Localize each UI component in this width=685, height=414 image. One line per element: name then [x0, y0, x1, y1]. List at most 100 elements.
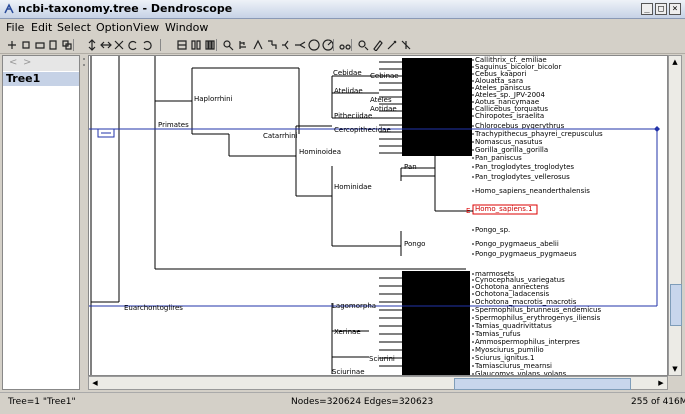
leaf-label[interactable]: Homo_sapiens_neanderthalensis — [475, 187, 590, 195]
leaf-label[interactable]: Tamias_quadrivittatus — [474, 322, 552, 330]
close-button[interactable]: × — [669, 3, 681, 15]
internal-node-label[interactable]: Hominoidea — [299, 148, 341, 156]
internal-node-label[interactable]: Xerinae — [334, 328, 361, 336]
horizontal-scrollbar[interactable]: ◀ ▶ — [88, 376, 668, 390]
leaf-label[interactable]: Tamiasciurus_mearnsi — [474, 362, 552, 370]
vertical-scrollbar[interactable]: ▲ ▼ — [668, 55, 682, 376]
internal-node-label[interactable]: Cebidae — [333, 69, 362, 77]
internal-node-label[interactable]: Hominidae — [334, 183, 372, 191]
leaf-label[interactable]: Trachypithecus_phayrei_crepusculus — [474, 130, 603, 138]
expand-horizontal-icon[interactable] — [100, 39, 112, 51]
internal-node-label[interactable]: Sciurinae — [332, 368, 365, 376]
circular-view-icon[interactable] — [204, 39, 216, 51]
internal-node-label[interactable]: Symphalangus — [405, 143, 457, 151]
internal-node-label[interactable]: Cebinae — [370, 72, 399, 80]
label-tool-icon[interactable] — [386, 39, 398, 51]
leaf-label[interactable]: Gorilla_gorilla_gorilla — [475, 146, 548, 154]
horizontal-scroll-thumb[interactable] — [454, 378, 631, 390]
dense-subtree-block — [402, 271, 470, 375]
internal-node-label[interactable]: Catarrhini — [263, 132, 298, 140]
leaf-label[interactable]: Tamias_rufus — [474, 330, 521, 338]
scroll-up-icon[interactable]: ▲ — [669, 56, 681, 68]
leaf-label[interactable]: Myosciurus_pumilio — [475, 346, 544, 354]
internal-node-label[interactable]: Primates — [158, 121, 189, 129]
next-tree-icon[interactable]: > — [23, 57, 31, 68]
leaf-label[interactable]: Pan_troglodytes_troglodytes — [475, 163, 574, 171]
internal-node-label[interactable]: Euarchontoglires — [124, 304, 183, 312]
menu-file[interactable]: File — [6, 21, 24, 34]
leaf-label[interactable]: Nomascus_nasutus — [475, 138, 543, 146]
internal-node-label[interactable]: Lagomorpha — [332, 302, 376, 310]
scroll-down-icon[interactable]: ▼ — [669, 363, 681, 375]
tree-drawing[interactable]: Callithrix_cf._emiliaeSaguinus_bicolor_b… — [89, 56, 668, 376]
tree-layout-2-icon[interactable] — [252, 39, 264, 51]
tree-layout-3-icon[interactable] — [266, 39, 278, 51]
internal-node-label[interactable]: Pitheciidae — [334, 112, 372, 120]
tree-list-item[interactable]: Tree1 — [3, 72, 79, 86]
label-format-icon[interactable] — [400, 39, 412, 51]
menu-edit[interactable]: Edit — [31, 21, 52, 34]
rectangular-view-icon[interactable] — [176, 39, 188, 51]
binoculars-icon[interactable] — [339, 39, 351, 51]
tree-layout-4-icon[interactable] — [280, 39, 292, 51]
leaf-label[interactable]: Spermophilus_erythrogenys_iliensis — [475, 314, 601, 322]
leaf-label[interactable]: Ochotona_ladacensis — [475, 290, 549, 298]
leaf-label[interactable]: Pan_paniscus — [475, 154, 522, 162]
copy-icon[interactable] — [61, 39, 73, 51]
internal-node-label[interactable]: Aotidae — [370, 105, 397, 113]
circle-view-icon[interactable] — [308, 39, 320, 51]
find-icon[interactable] — [20, 39, 32, 51]
menu-option[interactable]: Option — [96, 21, 133, 34]
leaf-label[interactable]: Ochotona_macrotis_macrotis — [475, 298, 577, 306]
scroll-left-icon[interactable]: ◀ — [89, 377, 101, 389]
maximize-button[interactable]: □ — [655, 3, 667, 15]
tree-layout-icon[interactable] — [238, 39, 250, 51]
leaf-label[interactable]: Pan_troglodytes_vellerosus — [475, 173, 570, 181]
toolbar-separator — [333, 39, 334, 51]
internal-node-label[interactable]: Ateles — [370, 96, 392, 104]
prev-tree-icon[interactable]: < — [9, 57, 17, 68]
menu-select[interactable]: Select — [57, 21, 91, 34]
rotate-left-icon[interactable] — [127, 39, 139, 51]
magnify-icon[interactable] — [357, 39, 369, 51]
selection-handle-icon[interactable] — [654, 126, 660, 132]
leaf-label[interactable]: Homo_sapiens.1 — [475, 205, 533, 213]
slanted-view-icon[interactable] — [190, 39, 202, 51]
internal-node-label[interactable]: Pan — [404, 163, 417, 171]
app-icon — [4, 3, 14, 14]
vertical-scroll-thumb[interactable] — [670, 284, 682, 326]
internal-node-label[interactable]: Cercopithecidae — [334, 126, 391, 134]
expand-vertical-icon[interactable] — [86, 39, 98, 51]
toolbar-separator — [216, 39, 217, 51]
tree-canvas[interactable]: Callithrix_cf._emiliae Saguinus_bicolor_b… — [88, 55, 668, 376]
rotate-right-icon[interactable] — [141, 39, 153, 51]
undo-icon[interactable] — [6, 39, 18, 51]
leaf-label[interactable]: Sciurus_ignitus.1 — [475, 354, 534, 362]
leaf-label[interactable]: Ammospermophilus_interpres — [475, 338, 580, 346]
leaf-label[interactable]: Spermophilus_brunneus_endemicus — [475, 306, 601, 314]
internal-node-label[interactable]: Atelidae — [334, 87, 363, 95]
leaf-label[interactable]: Pongo_pygmaeus_pygmaeus — [475, 250, 577, 258]
leaf-label[interactable]: Pongo_pygmaeus_abelii — [475, 240, 559, 248]
leaf-label[interactable]: Chiropotes_israelita — [475, 112, 544, 120]
leaf-label[interactable]: Pongo_sp. — [475, 226, 510, 234]
title-bar: ncbi-taxonomy.tree - Dendroscope _ □ × — [0, 0, 685, 19]
print-preview-icon[interactable] — [47, 39, 59, 51]
internal-node-label[interactable]: Cynocephalidae — [405, 276, 461, 284]
internal-node-label[interactable]: Sciurini — [369, 355, 395, 363]
label-edit-icon[interactable] — [372, 39, 384, 51]
panel-splitter[interactable] — [81, 55, 87, 390]
print-icon[interactable] — [34, 39, 46, 51]
internal-node-label[interactable]: Haplorrhini — [194, 95, 233, 103]
menu-window[interactable]: Window — [165, 21, 208, 34]
contract-icon[interactable] — [113, 39, 125, 51]
zoom-icon[interactable] — [222, 39, 234, 51]
dense-subtree-block — [402, 58, 472, 156]
tree-nav-row: < > — [3, 56, 79, 71]
menu-view[interactable]: View — [133, 21, 159, 34]
scroll-right-icon[interactable]: ▶ — [655, 377, 667, 389]
selected-leaf-marker[interactable]: E — [466, 207, 470, 215]
minimize-button[interactable]: _ — [641, 3, 653, 15]
radial-view-icon[interactable] — [294, 39, 306, 51]
internal-node-label[interactable]: Pongo — [404, 240, 425, 248]
